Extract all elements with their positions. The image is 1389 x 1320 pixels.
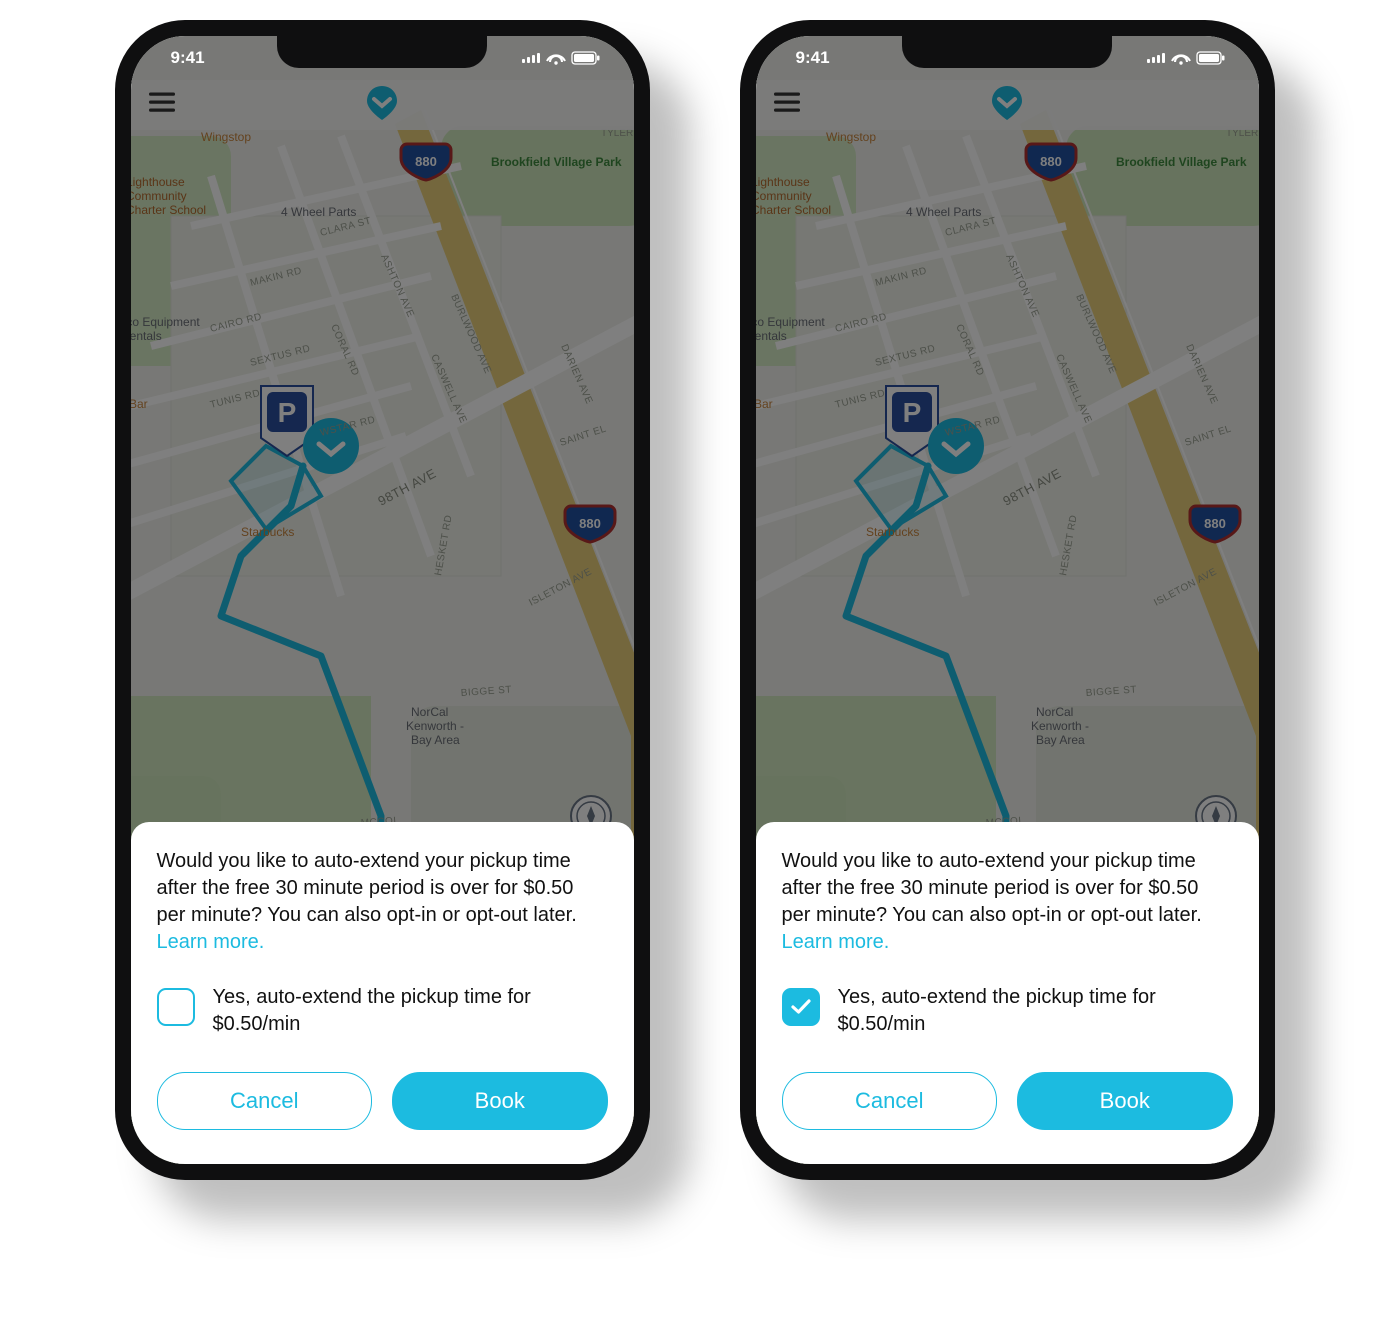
auto-extend-sheet: Would you like to auto-extend your picku… [131, 822, 634, 1164]
sheet-body-text: Would you like to auto-extend your picku… [782, 848, 1233, 956]
book-button-label: Book [475, 1088, 525, 1114]
sheet-body: Would you like to auto-extend your picku… [782, 850, 1202, 926]
auto-extend-checkbox-label: Yes, auto-extend the pickup time for $0.… [838, 984, 1233, 1038]
auto-extend-checkbox-label: Yes, auto-extend the pickup time for $0.… [213, 984, 608, 1038]
device-notch [902, 36, 1112, 68]
cancel-button-label: Cancel [230, 1088, 298, 1114]
status-time: 9:41 [171, 48, 205, 68]
book-button-label: Book [1100, 1088, 1150, 1114]
cancel-button-label: Cancel [855, 1088, 923, 1114]
phone-screen: P 880 88 [756, 36, 1259, 1164]
sheet-body: Would you like to auto-extend your picku… [157, 850, 577, 926]
phone-frame: P 880 88 [740, 20, 1275, 1180]
phone-screen: P 880 88 [131, 36, 634, 1164]
phone-frame: P 880 88 [115, 20, 650, 1180]
status-time: 9:41 [796, 48, 830, 68]
book-button[interactable]: Book [392, 1072, 608, 1130]
learn-more-link[interactable]: Learn more. [782, 931, 890, 953]
learn-more-link[interactable]: Learn more. [157, 931, 265, 953]
auto-extend-checkbox[interactable] [782, 988, 820, 1026]
device-notch [277, 36, 487, 68]
book-button[interactable]: Book [1017, 1072, 1233, 1130]
sheet-body-text: Would you like to auto-extend your picku… [157, 848, 608, 956]
cancel-button[interactable]: Cancel [782, 1072, 998, 1130]
status-indicators [522, 51, 600, 65]
cancel-button[interactable]: Cancel [157, 1072, 373, 1130]
auto-extend-sheet: Would you like to auto-extend your picku… [756, 822, 1259, 1164]
status-indicators [1147, 51, 1225, 65]
auto-extend-checkbox[interactable] [157, 988, 195, 1026]
